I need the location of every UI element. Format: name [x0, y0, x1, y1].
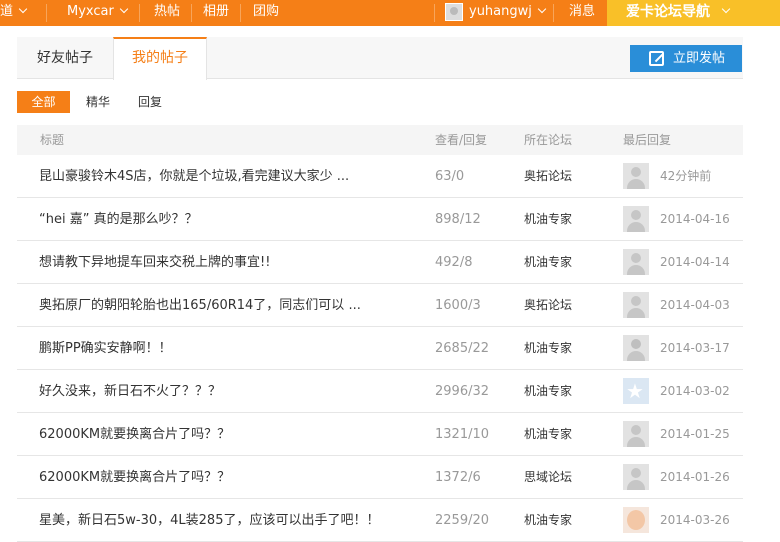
view-reply-count: 1600/3 [435, 284, 481, 327]
nav-divider [434, 4, 435, 22]
nav-item-myxcar[interactable]: Myxcar [67, 0, 127, 26]
view-reply-count: 2685/22 [435, 327, 489, 370]
filter-all[interactable]: 全部 [17, 91, 70, 113]
view-reply-count: 1321/10 [435, 413, 489, 456]
view-reply-count: 2996/32 [435, 370, 489, 413]
table-row: 好久没来，新日石不火了？？？ 2996/32 机油专家 2014-03-02 [17, 370, 743, 413]
post-title-link[interactable]: “hei 嘉” 真的是那么吵？？ [39, 198, 198, 241]
baby-avatar[interactable] [623, 507, 649, 533]
nav-item-group-buy[interactable]: 团购 [253, 0, 279, 26]
table-row: “hei 嘉” 真的是那么吵？？ 898/12 机油专家 2014-04-16 [17, 198, 743, 241]
last-reply-time: 2014-01-26 [660, 456, 730, 499]
view-reply-count: 1372/6 [435, 456, 481, 499]
table-row: 想请教下异地提车回来交税上牌的事宜!! 492/8 机油专家 2014-04-1… [17, 241, 743, 284]
column-header-forum: 所在论坛 [524, 125, 572, 155]
chevron-down-icon [19, 5, 27, 13]
column-header-title: 标题 [40, 125, 64, 155]
avatar[interactable] [623, 421, 649, 447]
star-avatar-icon[interactable] [623, 378, 649, 404]
nav-item-hot-posts[interactable]: 热帖 [154, 0, 180, 26]
user-avatar[interactable] [445, 3, 463, 21]
forum-nav-dropdown[interactable]: 爱卡论坛导航 [607, 0, 780, 26]
username: yuhangwj [469, 4, 532, 19]
top-nav-bar: 道 Myxcar 热帖 相册 团购 yuhangwj 消息 爱卡论坛导航 [0, 0, 780, 26]
table-row: 62000KM就要换离合片了吗？？ 1372/6 思域论坛 2014-01-26 [17, 456, 743, 499]
forum-link[interactable]: 机油专家 [524, 499, 572, 542]
tab-friends-posts[interactable]: 好友帖子 [17, 37, 113, 79]
chevron-down-icon [538, 5, 546, 13]
forum-link[interactable]: 机油专家 [524, 413, 572, 456]
nav-divider [240, 4, 241, 22]
forum-link[interactable]: 机油专家 [524, 241, 572, 284]
forum-link[interactable]: 思域论坛 [524, 456, 572, 499]
tab-my-posts[interactable]: 我的帖子 [113, 37, 207, 80]
nav-divider [139, 4, 140, 22]
forum-link[interactable]: 机油专家 [524, 327, 572, 370]
post-title-link[interactable]: 62000KM就要换离合片了吗？？ [39, 413, 230, 456]
filter-elite[interactable]: 精华 [78, 91, 118, 113]
last-reply-time: 2014-04-16 [660, 198, 730, 241]
column-header-last-reply: 最后回复 [623, 125, 671, 155]
nav-divider [553, 4, 554, 22]
last-reply-time: 2014-04-03 [660, 284, 730, 327]
table-row: 奥拓原厂的朝阳轮胎也出165/60R14了，同志们可以 ... 1600/3 奥… [17, 284, 743, 327]
nav-item-label: Myxcar [67, 4, 114, 19]
avatar[interactable] [623, 464, 649, 490]
last-reply-time: 2014-04-14 [660, 241, 730, 284]
table-row: 星美，新日石5w-30，4L装285了，应该可以出手了吧！！ 2259/20 机… [17, 499, 743, 542]
post-title-link[interactable]: 62000KM就要换离合片了吗？？ [39, 456, 230, 499]
chevron-down-icon [722, 5, 730, 13]
edit-icon [649, 51, 664, 66]
table-row: 鹏斯PP确实安静啊！！ 2685/22 机油专家 2014-03-17 [17, 327, 743, 370]
view-reply-count: 2259/20 [435, 499, 489, 542]
post-title-link[interactable]: 鹏斯PP确实安静啊！！ [39, 327, 172, 370]
forum-nav-label: 爱卡论坛导航 [626, 0, 710, 24]
filter-replies[interactable]: 回复 [131, 91, 169, 113]
table-row: 昆山豪骏铃木4S店，你就是个垃圾,看完建议大家少 ... 63/0 奥拓论坛 4… [17, 155, 743, 198]
last-reply-time: 42分钟前 [660, 155, 711, 198]
last-reply-time: 2014-03-26 [660, 499, 730, 542]
forum-link[interactable]: 奥拓论坛 [524, 284, 572, 327]
table-row: 62000KM就要换离合片了吗？？ 1321/10 机油专家 2014-01-2… [17, 413, 743, 456]
forum-link[interactable]: 机油专家 [524, 370, 572, 413]
table-header: 标题 查看/回复 所在论坛 最后回复 [17, 125, 743, 155]
avatar[interactable] [623, 163, 649, 189]
avatar[interactable] [623, 249, 649, 275]
column-header-views: 查看/回复 [435, 125, 487, 155]
post-title-link[interactable]: 星美，新日石5w-30，4L装285了，应该可以出手了吧！！ [39, 499, 379, 542]
user-menu[interactable]: yuhangwj [469, 0, 545, 26]
new-post-button[interactable]: 立即发帖 [630, 45, 742, 72]
new-post-label: 立即发帖 [673, 45, 725, 72]
nav-divider [46, 4, 47, 22]
chevron-down-icon [120, 5, 128, 13]
post-title-link[interactable]: 昆山豪骏铃木4S店，你就是个垃圾,看完建议大家少 ... [39, 155, 349, 198]
nav-item-label: 团购 [253, 4, 279, 19]
messages-label: 消息 [569, 4, 595, 19]
avatar[interactable] [623, 335, 649, 361]
view-reply-count: 898/12 [435, 198, 481, 241]
nav-item-label: 热帖 [154, 4, 180, 19]
nav-item-label: 相册 [203, 4, 229, 19]
nav-item-label: 道 [0, 4, 13, 19]
post-title-link[interactable]: 奥拓原厂的朝阳轮胎也出165/60R14了，同志们可以 ... [39, 284, 361, 327]
last-reply-time: 2014-03-17 [660, 327, 730, 370]
forum-link[interactable]: 机油专家 [524, 198, 572, 241]
avatar[interactable] [623, 206, 649, 232]
view-reply-count: 492/8 [435, 241, 472, 284]
avatar[interactable] [623, 292, 649, 318]
nav-item-albums[interactable]: 相册 [203, 0, 229, 26]
forum-link[interactable]: 奥拓论坛 [524, 155, 572, 198]
post-title-link[interactable]: 好久没来，新日石不火了？？？ [39, 370, 221, 413]
post-title-link[interactable]: 想请教下异地提车回来交税上牌的事宜!! [39, 241, 270, 284]
last-reply-time: 2014-01-25 [660, 413, 730, 456]
last-reply-time: 2014-03-02 [660, 370, 730, 413]
nav-divider [191, 4, 192, 22]
nav-item-dao[interactable]: 道 [0, 0, 26, 26]
messages-link[interactable]: 消息 [569, 0, 595, 26]
view-reply-count: 63/0 [435, 155, 464, 198]
